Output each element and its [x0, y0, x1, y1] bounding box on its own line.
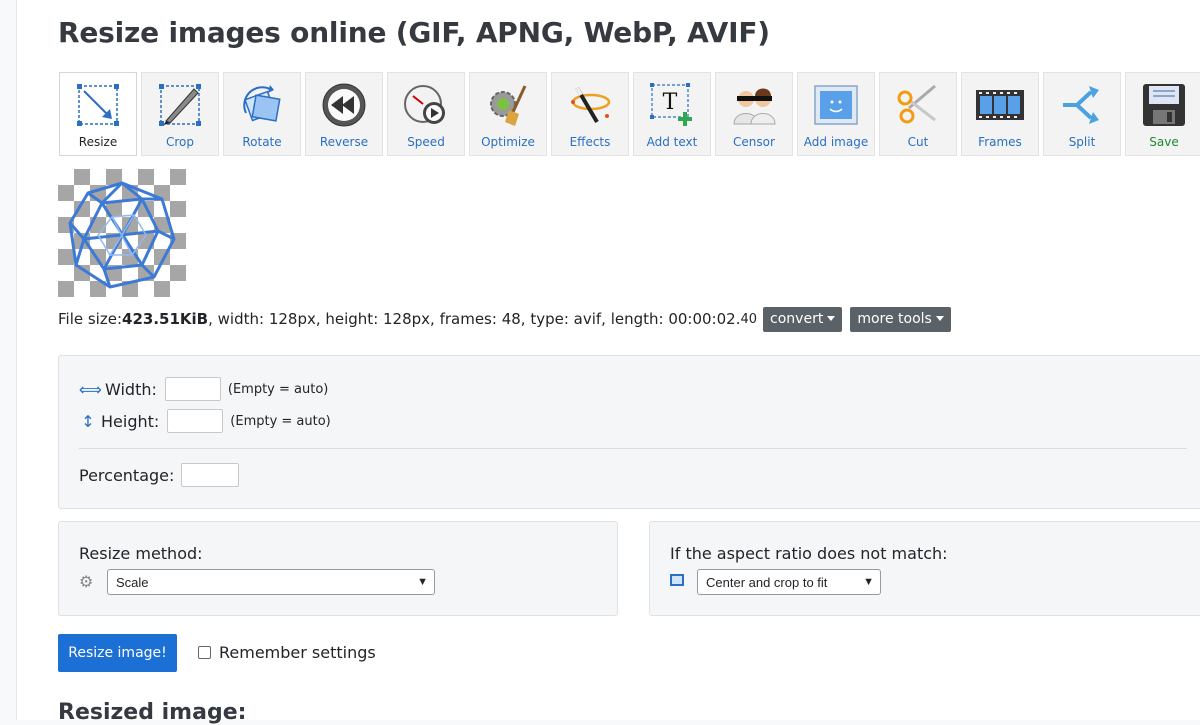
tool-label: Rotate — [242, 135, 282, 149]
gear-icon: ⚙ — [79, 572, 94, 591]
width-label: Width: — [105, 379, 157, 399]
tool-label: Add image — [803, 135, 869, 149]
remember-settings-checkbox[interactable] — [198, 646, 211, 659]
add-text-icon: T — [648, 81, 696, 129]
tool-label: Cut — [907, 135, 929, 149]
width-input[interactable] — [164, 377, 221, 401]
speed-icon — [402, 81, 450, 129]
more-tools-dropdown[interactable]: more tools — [850, 306, 951, 332]
tool-label: Split — [1068, 135, 1096, 149]
divider — [79, 448, 1187, 449]
tool-label: Frames — [978, 135, 1022, 149]
convert-dropdown[interactable]: convert — [763, 306, 843, 332]
length-fraction: 40 — [740, 311, 758, 327]
file-size: 423.51KiB — [122, 310, 209, 328]
tool-speed[interactable]: Speed — [387, 72, 465, 156]
aspect-ratio-panel: If the aspect ratio does not match: Cent… — [649, 521, 1200, 616]
caret-down-icon — [935, 316, 944, 321]
tool-add-text[interactable]: T Add text — [633, 72, 711, 156]
aspect-ratio-value: Center and crop to fit — [706, 574, 828, 590]
chevron-down-icon: ▼ — [417, 576, 428, 588]
resize-method-value: Scale — [116, 574, 149, 590]
caret-down-icon — [827, 316, 836, 321]
resize-method-panel: Resize method: ⚙ Scale ▼ — [58, 521, 618, 616]
tool-label: Save — [1149, 135, 1179, 149]
tool-label: Optimize — [481, 135, 535, 149]
cut-icon — [894, 81, 942, 129]
resize-method-select[interactable]: Scale ▼ — [107, 569, 435, 595]
save-icon — [1140, 81, 1188, 129]
tool-censor[interactable]: Censor — [715, 72, 793, 156]
tool-effects[interactable]: Effects — [551, 72, 629, 156]
height-label: Height: — [101, 411, 160, 431]
tool-reverse[interactable]: Reverse — [305, 72, 383, 156]
horizontal-arrows-icon: ⟺ — [79, 379, 102, 399]
tool-label: Effects — [569, 135, 611, 149]
percentage-input[interactable] — [181, 463, 240, 487]
dimensions-panel: ⟺ Width: (Empty = auto) ↕ Height: (Empty… — [58, 355, 1200, 509]
height-hint: (Empty = auto) — [230, 413, 331, 429]
file-size-prefix: File size: — [58, 310, 123, 328]
height-row: ↕ Height: (Empty = auto) — [79, 409, 331, 433]
height-input[interactable] — [167, 409, 224, 433]
reverse-icon — [320, 81, 368, 129]
tool-save[interactable]: Save — [1125, 72, 1200, 156]
tool-label: Add text — [646, 135, 698, 149]
vertical-arrows-icon: ↕ — [81, 411, 95, 431]
resize-method-label: Resize method: — [79, 544, 203, 563]
tool-resize[interactable]: Resize — [59, 72, 137, 156]
tool-crop[interactable]: Crop — [141, 72, 219, 156]
remember-settings[interactable]: Remember settings — [198, 643, 376, 662]
tool-label: Censor — [733, 135, 775, 149]
tool-frames[interactable]: Frames — [961, 72, 1039, 156]
page-container: Resize images online (GIF, APNG, WebP, A… — [16, 0, 1200, 725]
split-icon — [1058, 81, 1106, 129]
resize-image-button[interactable]: Resize image! — [58, 634, 177, 672]
frames-icon — [976, 81, 1024, 129]
add-image-icon — [812, 81, 860, 129]
file-info: File size: 423.51KiB , width: 128px, hei… — [58, 306, 951, 332]
aspect-ratio-select[interactable]: Center and crop to fit ▼ — [697, 569, 881, 595]
tool-split[interactable]: Split — [1043, 72, 1121, 156]
tool-toolbar: Resize Crop Rotate Reverse Speed Optimiz… — [59, 72, 1200, 157]
tool-label: Speed — [407, 135, 445, 149]
tool-cut[interactable]: Cut — [879, 72, 957, 156]
file-details: , width: 128px, height: 128px, frames: 4… — [208, 310, 741, 328]
tool-add-image[interactable]: Add image — [797, 72, 875, 156]
tool-label: Reverse — [319, 135, 369, 149]
resized-image-heading: Resized image: — [58, 700, 247, 725]
crop-fit-icon — [670, 574, 684, 586]
remember-settings-label: Remember settings — [219, 643, 376, 662]
tool-optimize[interactable]: Optimize — [469, 72, 547, 156]
censor-icon — [730, 81, 778, 129]
width-hint: (Empty = auto) — [227, 381, 329, 397]
tool-rotate[interactable]: Rotate — [223, 72, 301, 156]
percentage-row: Percentage: — [79, 463, 240, 487]
page-title: Resize images online (GIF, APNG, WebP, A… — [58, 16, 770, 49]
polyhedron-image — [68, 181, 176, 289]
resize-icon — [74, 81, 122, 129]
image-preview — [58, 169, 186, 297]
more-tools-label: more tools — [857, 310, 932, 327]
percentage-label: Percentage: — [79, 465, 175, 485]
tool-label: Crop — [165, 135, 194, 149]
crop-icon — [156, 81, 204, 129]
optimize-icon — [484, 81, 532, 129]
svg-text:T: T — [663, 90, 678, 115]
width-row: ⟺ Width: (Empty = auto) — [79, 377, 328, 401]
chevron-down-icon: ▼ — [863, 576, 874, 588]
tool-label: Resize — [78, 135, 118, 149]
effects-icon — [566, 81, 614, 129]
aspect-ratio-label: If the aspect ratio does not match: — [670, 544, 948, 563]
rotate-icon — [238, 81, 286, 129]
convert-label: convert — [770, 310, 824, 327]
